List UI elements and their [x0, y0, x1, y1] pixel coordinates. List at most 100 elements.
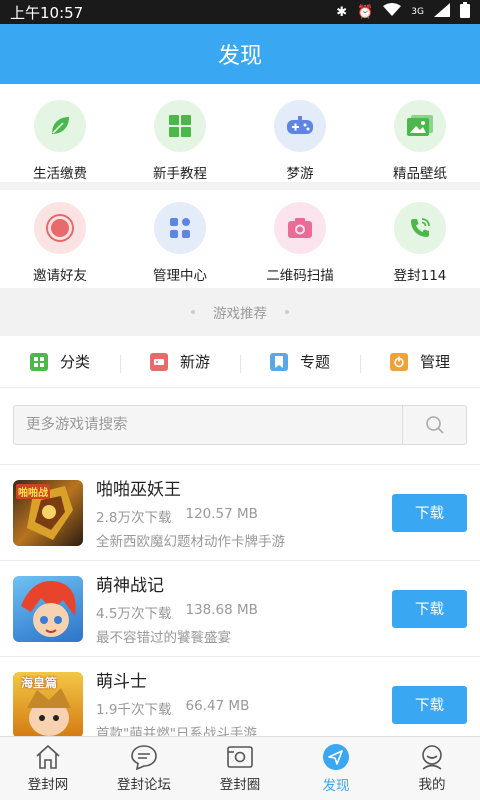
compass-icon [323, 744, 349, 770]
dot-decoration [285, 310, 289, 314]
game-size: 138.68 MB [185, 602, 258, 618]
grid-item-qr-scan[interactable]: 二维码扫描 [240, 190, 360, 286]
nav-item-circle[interactable]: 登封圈 [192, 737, 288, 800]
tab-label: 分类 [59, 353, 90, 371]
grid-item-tutorial[interactable]: 新手教程 [120, 88, 240, 184]
tab-category[interactable]: 分类 [0, 351, 120, 372]
search-icon [425, 416, 444, 434]
search-box [13, 405, 467, 445]
game-description: 最不容错过的饕餮盛宴 [96, 630, 231, 646]
nav-label: 登封圈 [219, 777, 261, 793]
nav-label: 登封网 [27, 777, 69, 793]
grid-item-114[interactable]: 登封114 [360, 190, 480, 286]
search-button[interactable] [402, 406, 466, 444]
game-downloads: 4.5万次下载 [96, 606, 172, 622]
grid-item-dream-game[interactable]: 梦游 [240, 88, 360, 184]
tab-topics[interactable]: 专题 [240, 351, 360, 373]
grid-icon [154, 100, 206, 152]
nav-item-discover[interactable]: 发现 [288, 737, 384, 800]
grid-label: 二维码扫描 [266, 268, 334, 284]
game-size: 120.57 MB [185, 506, 258, 522]
tab-label: 专题 [299, 353, 330, 371]
signal-icon [434, 3, 450, 21]
leaf-icon [34, 100, 86, 152]
tab-new-games[interactable]: 新游 [120, 351, 240, 373]
game-name: 萌斗士 [96, 672, 147, 692]
search-section [0, 388, 480, 464]
nav-label: 我的 [418, 777, 446, 793]
tab-manage[interactable]: 管理 [360, 351, 480, 373]
grid-item-invite[interactable]: 邀请好友 [0, 190, 120, 286]
bookmark-icon [269, 352, 288, 371]
status-bar: 上午10:57 ✱ ⏰ 3G [0, 0, 480, 24]
apps-icon [154, 202, 206, 254]
feature-grid-row-2: 邀请好友 管理中心 二维码扫描 登封114 [0, 190, 480, 288]
game-icon-text: 海皇篇 [21, 675, 58, 690]
nav-label: 发现 [322, 778, 350, 794]
download-button[interactable]: 下载 [392, 685, 467, 724]
status-time: 上午10:57 [10, 3, 84, 22]
list-item[interactable]: 啪啪战 啪啪巫妖王 2.8万次下载 120.57 MB 全新西欧魔幻题材动作卡牌… [0, 464, 480, 560]
alarm-icon: ⏰ [357, 4, 374, 20]
search-input[interactable] [14, 406, 402, 444]
status-icons: ✱ ⏰ 3G [336, 2, 470, 22]
invite-icon [34, 202, 86, 254]
tab-label: 新游 [179, 353, 210, 371]
nav-label: 登封论坛 [117, 777, 171, 793]
new-game-icon [149, 352, 168, 371]
nav-item-home[interactable]: 登封网 [0, 737, 96, 800]
battery-icon [460, 2, 470, 22]
game-name: 啪啪巫妖王 [96, 480, 181, 500]
nav-item-me[interactable]: 我的 [384, 737, 480, 800]
grid-label: 梦游 [286, 166, 314, 182]
bottom-nav: 登封网 登封论坛 登封圈 发现 我的 [0, 736, 480, 800]
phone-icon [394, 202, 446, 254]
gamepad-icon [274, 100, 326, 152]
download-button[interactable]: 下载 [392, 493, 467, 532]
game-name: 萌神战记 [96, 576, 164, 596]
feature-grid-row-1: 生活缴费 新手教程 梦游 精品壁纸 [0, 84, 480, 182]
category-icon [29, 352, 48, 371]
game-tabs: 分类 新游 专题 管理 [0, 336, 480, 388]
section-header: 游戏推荐 [0, 288, 480, 336]
home-icon [36, 744, 60, 769]
game-description: 全新西欧魔幻题材动作卡牌手游 [96, 534, 285, 550]
grid-label: 登封114 [393, 268, 447, 284]
user-icon [422, 745, 442, 770]
game-meta: 4.5万次下载 138.68 MB [96, 602, 392, 622]
grid-item-bill-pay[interactable]: 生活缴费 [0, 88, 120, 184]
game-list: 啪啪战 啪啪巫妖王 2.8万次下载 120.57 MB 全新西欧魔幻题材动作卡牌… [0, 464, 480, 752]
list-item[interactable]: 萌神战记 4.5万次下载 138.68 MB 最不容错过的饕餮盛宴 下载 [0, 560, 480, 656]
game-info: 萌斗士 1.9千次下载 66.47 MB 首款"萌并燃"日系战斗手游 [96, 667, 392, 742]
game-meta: 1.9千次下载 66.47 MB [96, 698, 392, 718]
game-icon-text: 啪啪战 [16, 483, 50, 499]
game-icon-cute-fighter: 海皇篇 [13, 671, 83, 738]
grid-label: 邀请好友 [33, 268, 87, 284]
game-icon-lich-king: 啪啪战 [13, 479, 83, 546]
game-info: 啪啪巫妖王 2.8万次下载 120.57 MB 全新西欧魔幻题材动作卡牌手游 [96, 475, 392, 550]
chat-icon [131, 745, 157, 770]
grid-label: 精品壁纸 [393, 166, 447, 182]
section-title: 游戏推荐 [213, 306, 267, 322]
game-size: 66.47 MB [185, 698, 250, 714]
page-title: 发现 [217, 44, 262, 69]
grid-item-manage-center[interactable]: 管理中心 [120, 190, 240, 286]
power-icon [389, 352, 408, 371]
grid-label: 管理中心 [153, 268, 207, 284]
image-icon [394, 100, 446, 152]
download-button[interactable]: 下载 [392, 589, 467, 628]
game-info: 萌神战记 4.5万次下载 138.68 MB 最不容错过的饕餮盛宴 [96, 571, 392, 646]
game-downloads: 1.9千次下载 [96, 702, 172, 718]
network-type: 3G [411, 7, 424, 17]
grid-label: 生活缴费 [33, 166, 87, 182]
game-icon-cute-god [13, 575, 83, 642]
camera-icon [274, 202, 326, 254]
dot-decoration [191, 310, 195, 314]
grid-label: 新手教程 [153, 166, 207, 182]
nav-item-forum[interactable]: 登封论坛 [96, 737, 192, 800]
grid-item-wallpaper[interactable]: 精品壁纸 [360, 88, 480, 184]
tab-label: 管理 [419, 353, 450, 371]
page-title-bar: 发现 [0, 24, 480, 84]
photo-icon [227, 746, 253, 768]
wifi-icon [383, 3, 402, 21]
